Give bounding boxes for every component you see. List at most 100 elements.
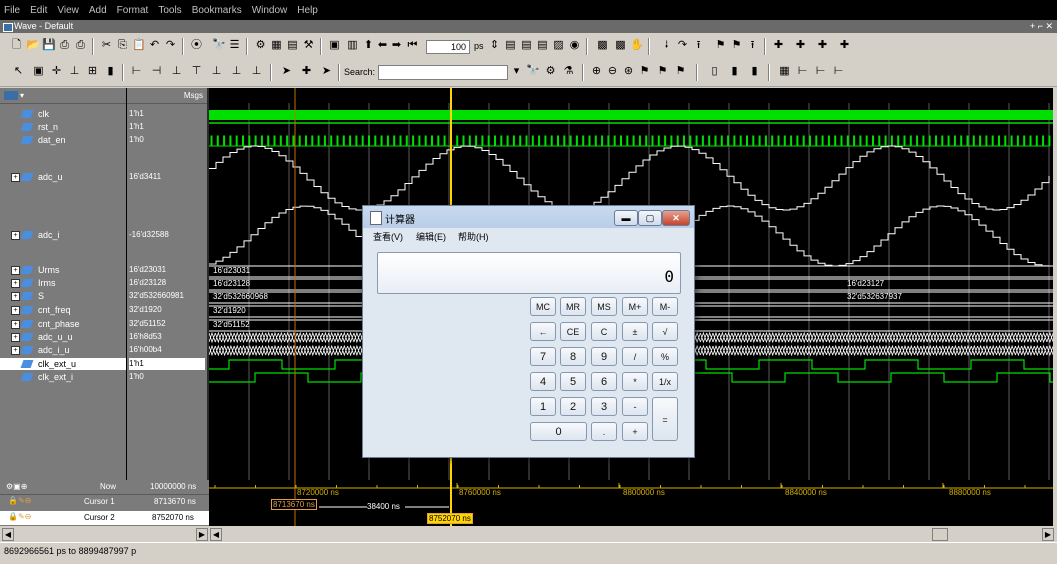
paste-icon[interactable]: 📋	[132, 39, 146, 52]
calc-key[interactable]: M-	[652, 297, 678, 316]
horizontal-scrollbar[interactable]: ◀ ▶ ◀ ▶	[0, 527, 1057, 541]
up-arrow-icon[interactable]: ⬆	[362, 39, 375, 52]
menu-edit[interactable]: Edit	[26, 5, 53, 16]
format-1-icon[interactable]: ▦	[778, 65, 791, 78]
new-file-icon[interactable]: 🗋	[10, 39, 23, 52]
layout-icon[interactable]: ▥	[346, 39, 359, 52]
list-icon[interactable]: ☰	[228, 39, 241, 52]
signal-row[interactable]: + adc_i_u	[0, 344, 126, 356]
calc-key[interactable]: -	[622, 397, 648, 416]
zoom-out-icon[interactable]: ⊖	[606, 65, 619, 78]
redo-icon[interactable]: ↷	[164, 39, 177, 52]
cursor2-lock-icon[interactable]: 🔒✎⊖	[8, 512, 31, 521]
pane-3-icon[interactable]: ▮	[748, 65, 761, 78]
expand-icon[interactable]: +	[11, 292, 20, 301]
step-back-icon[interactable]: ⚑	[714, 39, 727, 52]
search-next-icon[interactable]: ⚗	[562, 65, 575, 78]
expand-icon[interactable]: +	[11, 279, 20, 288]
calc-key[interactable]: C	[591, 322, 617, 341]
calc-key[interactable]: CE	[560, 322, 586, 341]
menu-view[interactable]: View	[53, 5, 85, 16]
continue-icon[interactable]: ▤	[520, 39, 533, 52]
calc-key[interactable]: ±	[622, 322, 648, 341]
edge-filter-icon[interactable]: ⊥	[250, 65, 263, 78]
cursor2-tag[interactable]: 8752070 ns	[427, 513, 473, 524]
calc-key[interactable]: √	[652, 322, 678, 341]
calc-key[interactable]: 2	[560, 397, 586, 416]
find-icon[interactable]: 🔭	[212, 39, 226, 52]
menu-format[interactable]: Format	[113, 5, 155, 16]
cursor1-lock-icon[interactable]: 🔒✎⊖	[8, 496, 31, 505]
run-length-unit[interactable]: ps	[474, 41, 484, 51]
calc-key[interactable]: 1/x	[652, 372, 678, 391]
calc-key[interactable]: .	[591, 422, 617, 441]
calc-equals-button[interactable]: =	[652, 397, 678, 441]
maximize-button[interactable]: ▢	[638, 210, 662, 226]
wave-tool-4-icon[interactable]: ✚	[838, 39, 851, 52]
search-options-icon[interactable]: ⚙	[544, 65, 557, 78]
pane-1-icon[interactable]: ▯	[708, 65, 721, 78]
format-2-icon[interactable]: ⊢	[796, 65, 809, 78]
zoom-last-icon[interactable]: ⚑	[674, 65, 687, 78]
calc-key[interactable]: 1	[530, 397, 556, 416]
signal-row[interactable]: + cnt_freq	[0, 304, 126, 316]
zoom-mode-icon[interactable]: ▣	[32, 65, 45, 78]
pane-2-icon[interactable]: ▮	[728, 65, 741, 78]
menu-file[interactable]: File	[0, 5, 26, 16]
zoom-in-icon[interactable]: ⊕	[590, 65, 603, 78]
format-3-icon[interactable]: ⊢	[814, 65, 827, 78]
signal-row[interactable]: + adc_i	[0, 229, 126, 241]
calculator-window[interactable]: 计算器 ▬ ▢ ✕ 查看(V) 编辑(E) 帮助(H) 0 MC MR MS M+ M-…	[362, 205, 695, 458]
calc-menu-view[interactable]: 查看(V)	[373, 230, 403, 243]
save-icon[interactable]: 💾	[42, 39, 56, 52]
wave-tool-1-icon[interactable]: ✚	[772, 39, 785, 52]
calc-key[interactable]: *	[622, 372, 648, 391]
zoom-cursor-icon[interactable]: ⚑	[638, 65, 651, 78]
window-controls-icon[interactable]: + ⌐ ✕	[1030, 21, 1053, 32]
calc-key[interactable]: 7	[530, 347, 556, 366]
delete-cursor-icon[interactable]: ▮	[104, 65, 117, 78]
run-length-input[interactable]: 100	[426, 40, 470, 54]
help-icon[interactable]: ⦿	[190, 39, 203, 52]
calc-key[interactable]: %	[652, 347, 678, 366]
search-input[interactable]	[378, 65, 508, 80]
print-preview-icon[interactable]: ⎙	[74, 39, 87, 52]
zoom-full-icon[interactable]: ⊛	[622, 65, 635, 78]
open-folder-icon[interactable]: 📂	[26, 39, 40, 52]
edge-any-icon[interactable]: ⊥	[210, 65, 223, 78]
wave-scroll-thumb[interactable]	[932, 528, 948, 541]
signal-row[interactable]: + S	[0, 290, 126, 302]
copy-icon[interactable]: ⎘	[116, 39, 129, 52]
expand-icon[interactable]: +	[11, 320, 20, 329]
step-over-icon[interactable]: ↷	[676, 39, 689, 52]
signal-row[interactable]: + adc_u_u	[0, 331, 126, 343]
time-axis[interactable]: 8720000 ns 8760000 ns 8800000 ns 8840000…	[209, 480, 1053, 526]
zoom-range-icon[interactable]: ⚑	[656, 65, 669, 78]
collapse-icon[interactable]: ➤	[320, 65, 333, 78]
menu-tools[interactable]: Tools	[154, 5, 187, 16]
cursor2-row[interactable]: 🔒✎⊖ Cursor 2 8752070 ns	[0, 511, 209, 525]
signal-row[interactable]: + Irms	[0, 277, 126, 289]
calc-key[interactable]: MS	[591, 297, 617, 316]
calc-key[interactable]: 9	[591, 347, 617, 366]
expand-icon[interactable]: ➤	[280, 65, 293, 78]
calc-key[interactable]: +	[622, 422, 648, 441]
hand-icon[interactable]: ✋	[630, 39, 644, 52]
calc-key[interactable]: 3	[591, 397, 617, 416]
grid-icon[interactable]: ▤	[286, 39, 299, 52]
simulate-icon[interactable]: ⚒	[302, 39, 315, 52]
edge-fall-icon[interactable]: ⊥	[170, 65, 183, 78]
menu-add[interactable]: Add	[85, 5, 113, 16]
edge-search-icon[interactable]: ⊥	[230, 65, 243, 78]
minimize-button[interactable]: ▬	[614, 210, 638, 226]
edit-mode-icon[interactable]: ✛	[50, 65, 63, 78]
calc-key[interactable]: 5	[560, 372, 586, 391]
calc-key[interactable]: 0	[530, 422, 587, 441]
signal-row[interactable]: + Urms	[0, 264, 126, 276]
calc-menu-edit[interactable]: 编辑(E)	[416, 230, 446, 243]
cursor1-row[interactable]: 🔒✎⊖ Cursor 1 8713670 ns	[0, 495, 209, 509]
signal-row[interactable]: clk	[0, 108, 126, 120]
wave-scroll-left-icon[interactable]: ◀	[210, 528, 222, 541]
select-pointer-icon[interactable]: ↖	[12, 65, 25, 78]
search-dropdown-icon[interactable]: ▾	[510, 65, 523, 78]
